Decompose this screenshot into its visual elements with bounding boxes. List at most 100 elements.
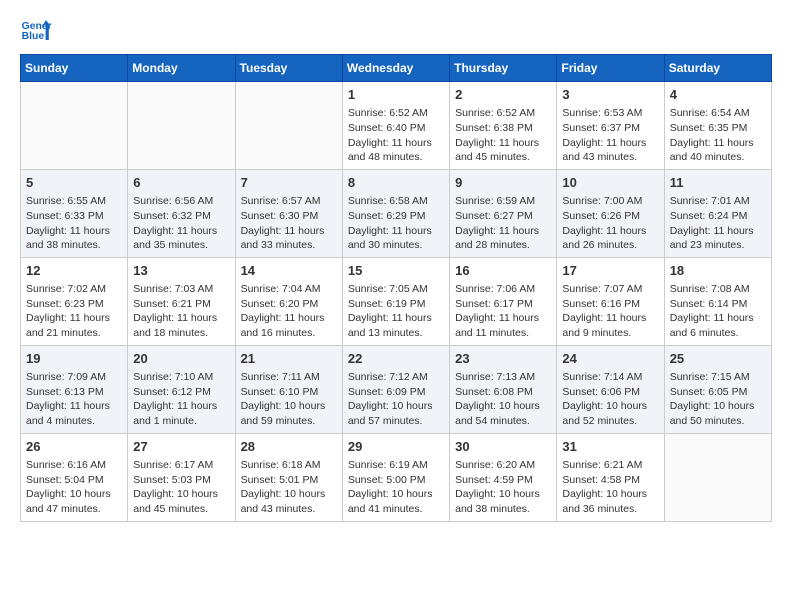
calendar-day-4: 4Sunrise: 6:54 AMSunset: 6:35 PMDaylight… <box>664 82 771 170</box>
day-info-line: Sunset: 5:00 PM <box>348 473 444 488</box>
day-info-line: Daylight: 11 hours <box>133 311 229 326</box>
weekday-header-saturday: Saturday <box>664 55 771 82</box>
day-info-line: and 26 minutes. <box>562 238 658 253</box>
day-info-line: Sunrise: 6:18 AM <box>241 458 337 473</box>
day-info-line: and 54 minutes. <box>455 414 551 429</box>
day-info-line: Sunrise: 7:07 AM <box>562 282 658 297</box>
day-number: 24 <box>562 350 658 368</box>
day-info-line: Daylight: 11 hours <box>348 311 444 326</box>
calendar-day-29: 29Sunrise: 6:19 AMSunset: 5:00 PMDayligh… <box>342 433 449 521</box>
calendar-week-row: 1Sunrise: 6:52 AMSunset: 6:40 PMDaylight… <box>21 82 772 170</box>
day-info-line: and 33 minutes. <box>241 238 337 253</box>
day-info-line: Sunrise: 6:17 AM <box>133 458 229 473</box>
day-number: 5 <box>26 174 122 192</box>
day-number: 29 <box>348 438 444 456</box>
day-number: 22 <box>348 350 444 368</box>
calendar-day-28: 28Sunrise: 6:18 AMSunset: 5:01 PMDayligh… <box>235 433 342 521</box>
day-info-line: Sunset: 6:38 PM <box>455 121 551 136</box>
day-info-line: and 4 minutes. <box>26 414 122 429</box>
calendar-week-row: 5Sunrise: 6:55 AMSunset: 6:33 PMDaylight… <box>21 169 772 257</box>
day-info-line: Sunset: 6:29 PM <box>348 209 444 224</box>
calendar-day-30: 30Sunrise: 6:20 AMSunset: 4:59 PMDayligh… <box>450 433 557 521</box>
day-info-line: Daylight: 11 hours <box>241 224 337 239</box>
day-info-line: and 38 minutes. <box>26 238 122 253</box>
day-number: 16 <box>455 262 551 280</box>
calendar-empty-cell <box>664 433 771 521</box>
day-info-line: Daylight: 10 hours <box>348 399 444 414</box>
day-info-line: Daylight: 11 hours <box>348 224 444 239</box>
calendar-body: 1Sunrise: 6:52 AMSunset: 6:40 PMDaylight… <box>21 82 772 522</box>
day-number: 21 <box>241 350 337 368</box>
day-info-line: Sunrise: 6:16 AM <box>26 458 122 473</box>
calendar-day-8: 8Sunrise: 6:58 AMSunset: 6:29 PMDaylight… <box>342 169 449 257</box>
day-number: 26 <box>26 438 122 456</box>
day-info-line: Sunset: 6:16 PM <box>562 297 658 312</box>
calendar-day-10: 10Sunrise: 7:00 AMSunset: 6:26 PMDayligh… <box>557 169 664 257</box>
day-info-line: Sunset: 6:32 PM <box>133 209 229 224</box>
day-info-line: Sunrise: 7:02 AM <box>26 282 122 297</box>
day-number: 19 <box>26 350 122 368</box>
day-number: 1 <box>348 86 444 104</box>
weekday-header-friday: Friday <box>557 55 664 82</box>
day-info-line: Sunset: 6:06 PM <box>562 385 658 400</box>
day-info-line: Sunset: 6:24 PM <box>670 209 766 224</box>
day-info-line: and 6 minutes. <box>670 326 766 341</box>
day-info-line: Sunset: 6:37 PM <box>562 121 658 136</box>
calendar-day-6: 6 Sunrise: 6:56 AMSunset: 6:32 PMDaylight… <box>128 169 235 257</box>
day-info-line: Sunrise: 7:03 AM <box>133 282 229 297</box>
calendar-container: General Blue SundayMondayTuesdayWednesda… <box>0 0 792 542</box>
day-number: 3 <box>562 86 658 104</box>
day-info-line: Daylight: 10 hours <box>562 487 658 502</box>
calendar-day-9: 9Sunrise: 6:59 AMSunset: 6:27 PMDaylight… <box>450 169 557 257</box>
day-info-line: Daylight: 11 hours <box>562 136 658 151</box>
calendar-day-11: 11Sunrise: 7:01 AMSunset: 6:24 PMDayligh… <box>664 169 771 257</box>
day-info-line: Daylight: 11 hours <box>670 311 766 326</box>
calendar-day-7: 7Sunrise: 6:57 AMSunset: 6:30 PMDaylight… <box>235 169 342 257</box>
day-info-line: Daylight: 11 hours <box>26 399 122 414</box>
day-number: 13 <box>133 262 229 280</box>
day-info-line: Sunset: 6:05 PM <box>670 385 766 400</box>
day-info-line: Sunrise: 6:56 AM <box>133 194 229 209</box>
day-number: 25 <box>670 350 766 368</box>
calendar-day-24: 24Sunrise: 7:14 AMSunset: 6:06 PMDayligh… <box>557 345 664 433</box>
weekday-header-sunday: Sunday <box>21 55 128 82</box>
day-info-line: Daylight: 10 hours <box>455 487 551 502</box>
weekday-row: SundayMondayTuesdayWednesdayThursdayFrid… <box>21 55 772 82</box>
logo-icon: General Blue <box>20 16 52 44</box>
day-info-line: and 50 minutes. <box>670 414 766 429</box>
calendar-day-12: 12Sunrise: 7:02 AMSunset: 6:23 PMDayligh… <box>21 257 128 345</box>
day-number: 14 <box>241 262 337 280</box>
day-info-line: Daylight: 11 hours <box>670 136 766 151</box>
day-info-line: Sunset: 6:33 PM <box>26 209 122 224</box>
weekday-header-tuesday: Tuesday <box>235 55 342 82</box>
day-number: 15 <box>348 262 444 280</box>
day-number: 30 <box>455 438 551 456</box>
calendar-day-15: 15Sunrise: 7:05 AMSunset: 6:19 PMDayligh… <box>342 257 449 345</box>
day-info-line: Sunset: 6:12 PM <box>133 385 229 400</box>
day-info-line: Sunrise: 7:15 AM <box>670 370 766 385</box>
day-info-line: Daylight: 10 hours <box>133 487 229 502</box>
weekday-header-thursday: Thursday <box>450 55 557 82</box>
day-info-line: Daylight: 11 hours <box>455 311 551 326</box>
day-info-line: Sunrise: 7:14 AM <box>562 370 658 385</box>
logo: General Blue <box>20 16 52 44</box>
calendar-day-26: 26 Sunrise: 6:16 AMSunset: 5:04 PMDayligh… <box>21 433 128 521</box>
day-info-line: Sunrise: 7:10 AM <box>133 370 229 385</box>
day-info-line: Daylight: 10 hours <box>26 487 122 502</box>
day-info-line: Sunset: 6:23 PM <box>26 297 122 312</box>
calendar-day-21: 21Sunrise: 7:11 AMSunset: 6:10 PMDayligh… <box>235 345 342 433</box>
day-info-line: Daylight: 10 hours <box>670 399 766 414</box>
day-info-line: and 1 minute. <box>133 414 229 429</box>
day-info-line: and 59 minutes. <box>241 414 337 429</box>
day-number: 11 <box>670 174 766 192</box>
day-number: 17 <box>562 262 658 280</box>
day-info-line: Sunset: 5:04 PM <box>26 473 122 488</box>
day-info-line: Sunset: 6:17 PM <box>455 297 551 312</box>
day-info-line: Daylight: 11 hours <box>455 136 551 151</box>
day-number: 6 <box>133 174 229 192</box>
day-info-line: Sunrise: 6:21 AM <box>562 458 658 473</box>
day-info-line: Sunset: 5:03 PM <box>133 473 229 488</box>
day-info-line: Sunrise: 6:59 AM <box>455 194 551 209</box>
day-info-line: Daylight: 11 hours <box>133 224 229 239</box>
calendar-day-13: 13Sunrise: 7:03 AMSunset: 6:21 PMDayligh… <box>128 257 235 345</box>
